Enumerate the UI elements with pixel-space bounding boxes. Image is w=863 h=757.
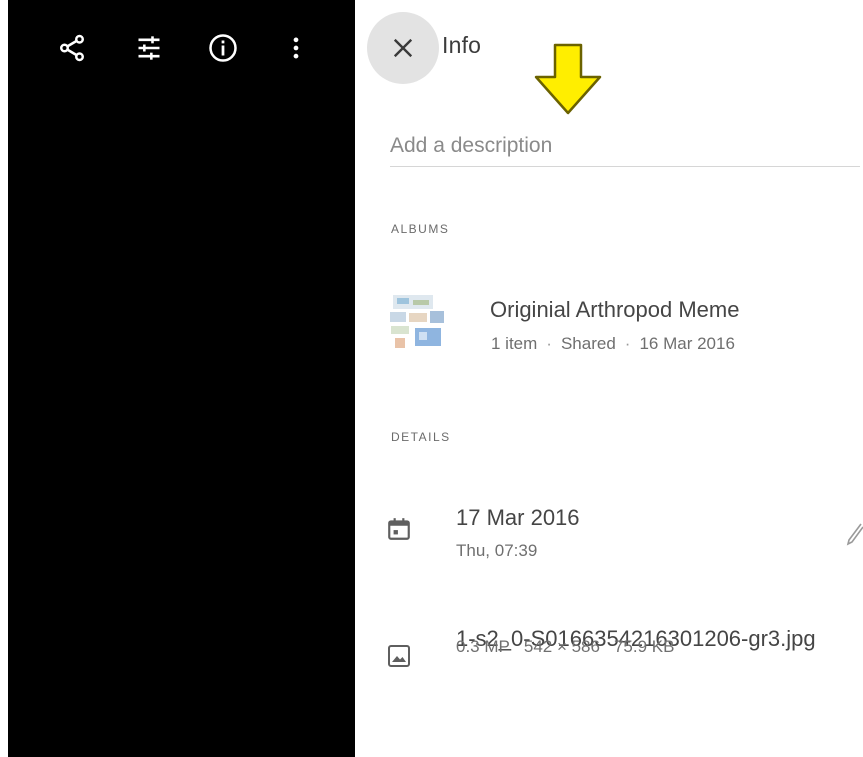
info-panel: Info ALBUMS Originial Arthropod Meme 1 i… xyxy=(355,0,863,757)
album-status: Shared xyxy=(560,334,616,353)
close-button[interactable] xyxy=(367,12,439,84)
more-vert-icon xyxy=(293,37,299,59)
file-meta-values: 0.3 MP 542 × 586 75.9 KB xyxy=(456,637,674,657)
file-size: 75.9 KB xyxy=(613,637,675,656)
photo-date: 17 Mar 2016 xyxy=(456,505,580,530)
album-item-count: 1 item xyxy=(491,334,538,353)
album-meta: 1 item · Shared · 16 Mar 2016 xyxy=(491,334,735,354)
album-date: 16 Mar 2016 xyxy=(639,334,735,353)
adjust-button[interactable] xyxy=(129,28,169,68)
date-row-icon xyxy=(385,513,413,545)
edit-pencil-icon xyxy=(846,523,863,546)
separator-dot: · xyxy=(546,334,552,353)
edit-date-button[interactable] xyxy=(845,520,863,548)
album-thumbnail[interactable] xyxy=(387,292,449,354)
share-button[interactable] xyxy=(52,28,92,68)
close-icon xyxy=(393,38,413,58)
panel-title: Info xyxy=(442,32,482,58)
more-options-button[interactable] xyxy=(276,28,316,68)
annotation-arrow xyxy=(534,43,602,115)
separator-dot: · xyxy=(624,334,631,353)
description-input[interactable] xyxy=(390,126,860,167)
info-button[interactable] xyxy=(203,28,243,68)
albums-section-label: ALBUMS xyxy=(391,222,450,236)
share-icon xyxy=(60,34,84,62)
photo-time: Thu, 07:39 xyxy=(456,541,538,560)
info-icon xyxy=(209,34,237,62)
album-name[interactable]: Originial Arthropod Meme xyxy=(490,297,739,323)
file-row-icon xyxy=(385,641,413,671)
photo-viewer xyxy=(8,0,355,757)
file-megapixels: 0.3 MP xyxy=(456,637,510,656)
file-dimensions: 542 × 586 xyxy=(523,637,600,656)
calendar-icon xyxy=(388,518,410,540)
tune-icon xyxy=(138,36,160,60)
image-icon xyxy=(388,645,410,667)
details-section-label: DETAILS xyxy=(391,430,451,444)
